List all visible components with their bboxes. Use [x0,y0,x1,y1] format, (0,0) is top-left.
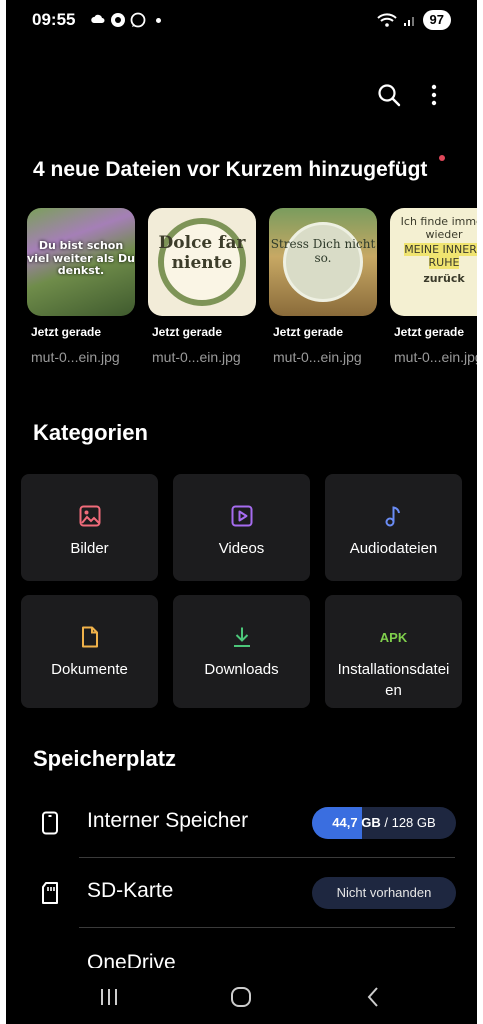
file-name: mut-0...ein.jpg [152,349,241,365]
image-icon [79,505,100,527]
more-options-icon[interactable] [424,82,444,108]
divider [79,927,455,928]
file-time: Jetzt gerade [273,325,344,339]
storage-used: 44,7 GB [332,815,381,830]
thumbnail-text: Du bist schon viel weiter als Du denkst. [27,239,135,278]
thumbnail-text: Stress Dich nicht so. [270,237,376,265]
storage-title: Speicherplatz [33,746,177,771]
document-icon [81,626,98,648]
category-installation-files[interactable]: APK Installationsdateien [325,595,462,708]
category-label: Installationsdateien [337,661,450,699]
file-time: Jetzt gerade [394,325,465,339]
download-icon [233,627,250,647]
recent-file-item[interactable]: Ich finde immer wieder MEINE INNERE RUHE… [390,208,477,365]
category-label: Downloads [204,661,279,678]
recent-apps-icon[interactable] [96,984,122,1010]
category-downloads[interactable]: Downloads [173,595,310,708]
status-bar: 09:55 97 [6,8,477,32]
navigation-bar [6,968,477,1024]
file-thumbnail[interactable]: Stress Dich nicht so. [269,208,377,316]
storage-internal[interactable]: Interner Speicher 44,7 GB / 128 GB [6,793,477,853]
category-label: Audiodateien [349,540,438,557]
file-name: mut-0...ein.jpg [31,349,120,365]
storage-sd-card[interactable]: SD-Karte Nicht vorhanden [6,863,477,923]
category-label: Bilder [70,540,109,557]
file-thumbnail[interactable]: Dolce far niente [148,208,256,316]
sd-status-badge: Nicht vorhanden [312,877,456,909]
back-icon[interactable] [361,984,387,1010]
storage-usage-bar: 44,7 GB / 128 GB [312,807,456,839]
category-audio[interactable]: Audiodateien [325,474,462,581]
file-name: mut-0...ein.jpg [273,349,362,365]
status-time: 09:55 [32,10,76,29]
category-documents[interactable]: Dokumente [21,595,158,708]
rain-cloud-icon [91,14,105,23]
whatsapp-icon [130,12,146,28]
thumbnail-text-line: Ich finde immer wieder [400,215,477,241]
home-icon[interactable] [228,984,254,1010]
category-label: Dokumente [51,661,128,678]
recent-file-item[interactable]: Du bist schon viel weiter als Du denkst.… [27,208,135,365]
new-indicator-dot [439,155,445,161]
music-note-icon [385,506,400,527]
thumbnail-text-line: zurück [423,271,465,285]
categories-grid: Bilder Videos Audiodateien Dokumente Dow… [21,474,462,708]
storage-separator: / [384,815,388,830]
category-label: Videos [218,540,265,557]
recent-file-item[interactable]: Dolce far niente Jetzt gerade mut-0...ei… [148,208,256,365]
storage-label: SD-Karte [87,879,174,902]
category-images[interactable]: Bilder [21,474,158,581]
file-name: mut-0...ein.jpg [394,349,477,365]
more-notifications-dot [156,17,161,23]
notification-app-icon [111,13,125,27]
wifi-icon [376,13,397,27]
apk-icon: APK [379,629,408,645]
category-videos[interactable]: Videos [173,474,310,581]
file-manager-screen: 09:55 97 4 neue Dateien vor Kurzem hinzu… [6,0,477,1024]
recent-files-title: 4 neue Dateien vor Kurzem hinzugefügt [33,158,428,181]
categories-title: Kategorien [33,420,148,445]
thumbnail-text: Ich finde immer wieder MEINE INNERE RUHE… [390,215,477,285]
file-thumbnail[interactable]: Du bist schon viel weiter als Du denkst. [27,208,135,316]
signal-icon [403,17,414,26]
divider [79,857,455,858]
phone-icon [42,811,58,835]
storage-total: 128 GB [391,815,436,830]
storage-label: Interner Speicher [87,809,249,832]
thumbnail-text: Dolce far niente [158,233,246,273]
sd-card-icon [42,882,58,904]
file-thumbnail[interactable]: Ich finde immer wieder MEINE INNERE RUHE… [390,208,477,316]
file-time: Jetzt gerade [31,325,102,339]
thumbnail-text-highlight: MEINE INNERE RUHE [404,243,477,269]
recent-file-item[interactable]: Stress Dich nicht so. Jetzt gerade mut-0… [269,208,377,365]
search-icon[interactable] [376,82,402,108]
recent-files-list: Du bist schon viel weiter als Du denkst.… [27,208,477,365]
video-icon [231,505,252,527]
battery-indicator: 97 [422,10,451,30]
file-time: Jetzt gerade [152,325,223,339]
